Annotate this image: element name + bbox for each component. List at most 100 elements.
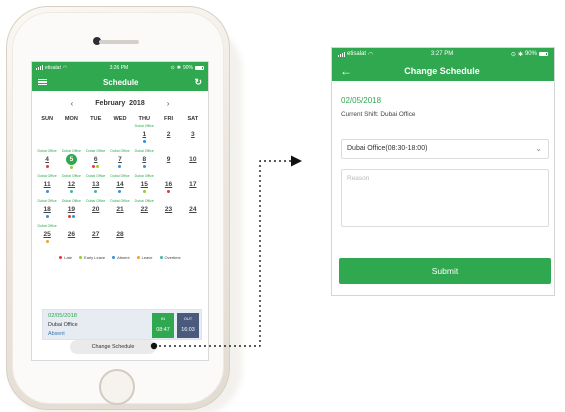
day-number: 20 xyxy=(92,206,100,213)
day-office-label: Dubai Office xyxy=(86,174,106,178)
status-dot-early-leave xyxy=(96,165,100,168)
calendar-day[interactable]: 27 xyxy=(84,224,108,249)
chevron-left-icon[interactable]: ‹ xyxy=(71,99,74,108)
day-office-label: Dubai Office xyxy=(61,174,82,178)
shift-date: 02/05/2018 xyxy=(48,313,78,319)
day-office-label: Dubai Office xyxy=(86,199,106,203)
refresh-icon[interactable]: ↻ xyxy=(194,77,202,88)
calendar-day[interactable]: Dubai Office 25 xyxy=(35,224,59,249)
app-bar-right: ← Change Schedule xyxy=(332,60,554,81)
legend-dot xyxy=(112,256,116,259)
status-dot-late xyxy=(67,215,71,218)
day-office-label: Dubai Office xyxy=(134,149,154,153)
calendar-day[interactable]: 28 xyxy=(108,224,132,249)
signal-icon xyxy=(338,51,345,57)
reason-field[interactable]: Reason xyxy=(341,169,549,227)
weekday-label: SAT xyxy=(187,116,199,122)
day-status-dots xyxy=(118,165,122,169)
legend-label: Absent xyxy=(117,255,130,260)
day-status-dots xyxy=(118,190,122,194)
change-schedule-button[interactable]: Change Schedule xyxy=(70,340,156,354)
schedule-select[interactable]: Dubai Office(08:30-18:00) ⌄ xyxy=(341,139,549,159)
status-dot-absent xyxy=(142,165,146,168)
day-status-dots xyxy=(45,215,49,219)
month-navigator: ‹ February 2018 › xyxy=(32,99,208,108)
legend-item: Early Leave xyxy=(79,255,105,260)
submit-button[interactable]: Submit xyxy=(339,258,551,284)
month-name: February xyxy=(95,100,126,107)
status-dot-early-leave xyxy=(69,166,73,169)
day-status-dots xyxy=(91,165,100,169)
calendar-day[interactable]: Dubai Office 6 xyxy=(84,149,108,174)
day-status-dots xyxy=(69,190,73,194)
home-button[interactable] xyxy=(99,369,135,405)
weekday-label: FRI xyxy=(164,116,174,122)
battery-group-right: ⊙ ✱ 90% xyxy=(511,51,548,58)
day-number: 7 xyxy=(118,156,122,163)
day-number: 13 xyxy=(92,181,100,188)
shift-place: Dubai Office xyxy=(48,322,78,328)
day-status-dots xyxy=(142,140,146,144)
calendar-day[interactable]: Dubai Office 5 xyxy=(59,149,83,174)
weekday-label: TUE xyxy=(90,116,102,122)
flow-connector xyxy=(150,155,302,350)
page-title: Schedule xyxy=(102,77,139,87)
current-shift: Current Shift: Dubai Office xyxy=(341,111,416,118)
calendar-day[interactable]: Dubai Office 21 xyxy=(108,199,132,224)
day-status-dots xyxy=(142,165,146,169)
calendar-day[interactable]: 3 xyxy=(181,124,205,149)
calendar-day[interactable]: Dubai Office 20 xyxy=(84,199,108,224)
status-dot-leave xyxy=(45,240,49,243)
calendar-day[interactable]: Dubai Office 19 xyxy=(59,199,83,224)
weekday-label: SUN xyxy=(41,116,54,122)
calendar-day[interactable]: Dubai Office 12 xyxy=(59,174,83,199)
speaker-grille xyxy=(99,40,139,44)
chevron-right-icon[interactable]: › xyxy=(167,99,170,108)
status-dot-late xyxy=(91,165,95,168)
connector-line xyxy=(154,160,298,347)
calendar-day[interactable]: 2 xyxy=(156,124,180,149)
status-dot-absent xyxy=(45,215,49,218)
day-number: 6 xyxy=(93,156,98,163)
battery-percent: 90% xyxy=(524,51,537,57)
battery-icon xyxy=(538,52,548,56)
calendar-day[interactable]: Dubai Office 4 xyxy=(35,149,59,174)
calendar-day[interactable]: Dubai Office 1 xyxy=(132,124,156,149)
connector-arrow-icon xyxy=(291,155,302,167)
battery-percent: 90% xyxy=(182,64,193,71)
day-office-label: Dubai Office xyxy=(37,174,57,178)
change-schedule-screen: etisalat ◠ 3:27 PM ⊙ ✱ 90% ← Change Sche… xyxy=(331,47,555,296)
back-arrow-icon[interactable]: ← xyxy=(340,65,352,77)
day-status-dots xyxy=(45,190,49,194)
day-office-label: Dubai Office xyxy=(37,199,57,203)
calendar-empty-cell xyxy=(108,124,132,149)
day-number: 1 xyxy=(142,131,147,138)
status-bar: etisalat ◠ 3:26 PM ⊙ ✱ 90% xyxy=(32,62,208,73)
hamburger-icon[interactable] xyxy=(38,78,47,86)
calendar-day[interactable]: Dubai Office 7 xyxy=(108,149,132,174)
calendar-day[interactable]: Dubai Office 18 xyxy=(35,199,59,224)
signal-icon xyxy=(36,65,43,70)
wifi-icon: ◠ xyxy=(62,64,68,71)
day-status-dots xyxy=(67,215,76,219)
day-status-dots xyxy=(142,190,146,194)
day-office-label: Dubai Office xyxy=(86,149,106,153)
app-bar: Schedule ↻ xyxy=(32,73,208,91)
calendar-day[interactable]: 26 xyxy=(59,224,83,249)
battery-group: ⊙ ✱ 90% xyxy=(171,65,204,71)
today-day-number: 5 xyxy=(65,154,77,165)
status-dot-late xyxy=(45,165,49,168)
day-number: 8 xyxy=(142,156,147,163)
legend-item: Late xyxy=(59,255,72,260)
day-status-dots xyxy=(69,166,73,170)
legend-dot xyxy=(79,256,83,259)
status-dot-absent xyxy=(72,215,76,218)
status-dot-absent xyxy=(118,165,122,168)
chevron-down-icon: ⌄ xyxy=(535,144,542,153)
calendar-day[interactable]: Dubai Office 14 xyxy=(108,174,132,199)
day-number: 4 xyxy=(45,156,49,163)
day-office-label: Dubai Office xyxy=(110,199,130,203)
calendar-day[interactable]: Dubai Office 11 xyxy=(35,174,59,199)
carrier-name: etisalat xyxy=(45,64,61,71)
calendar-day[interactable]: Dubai Office 13 xyxy=(84,174,108,199)
